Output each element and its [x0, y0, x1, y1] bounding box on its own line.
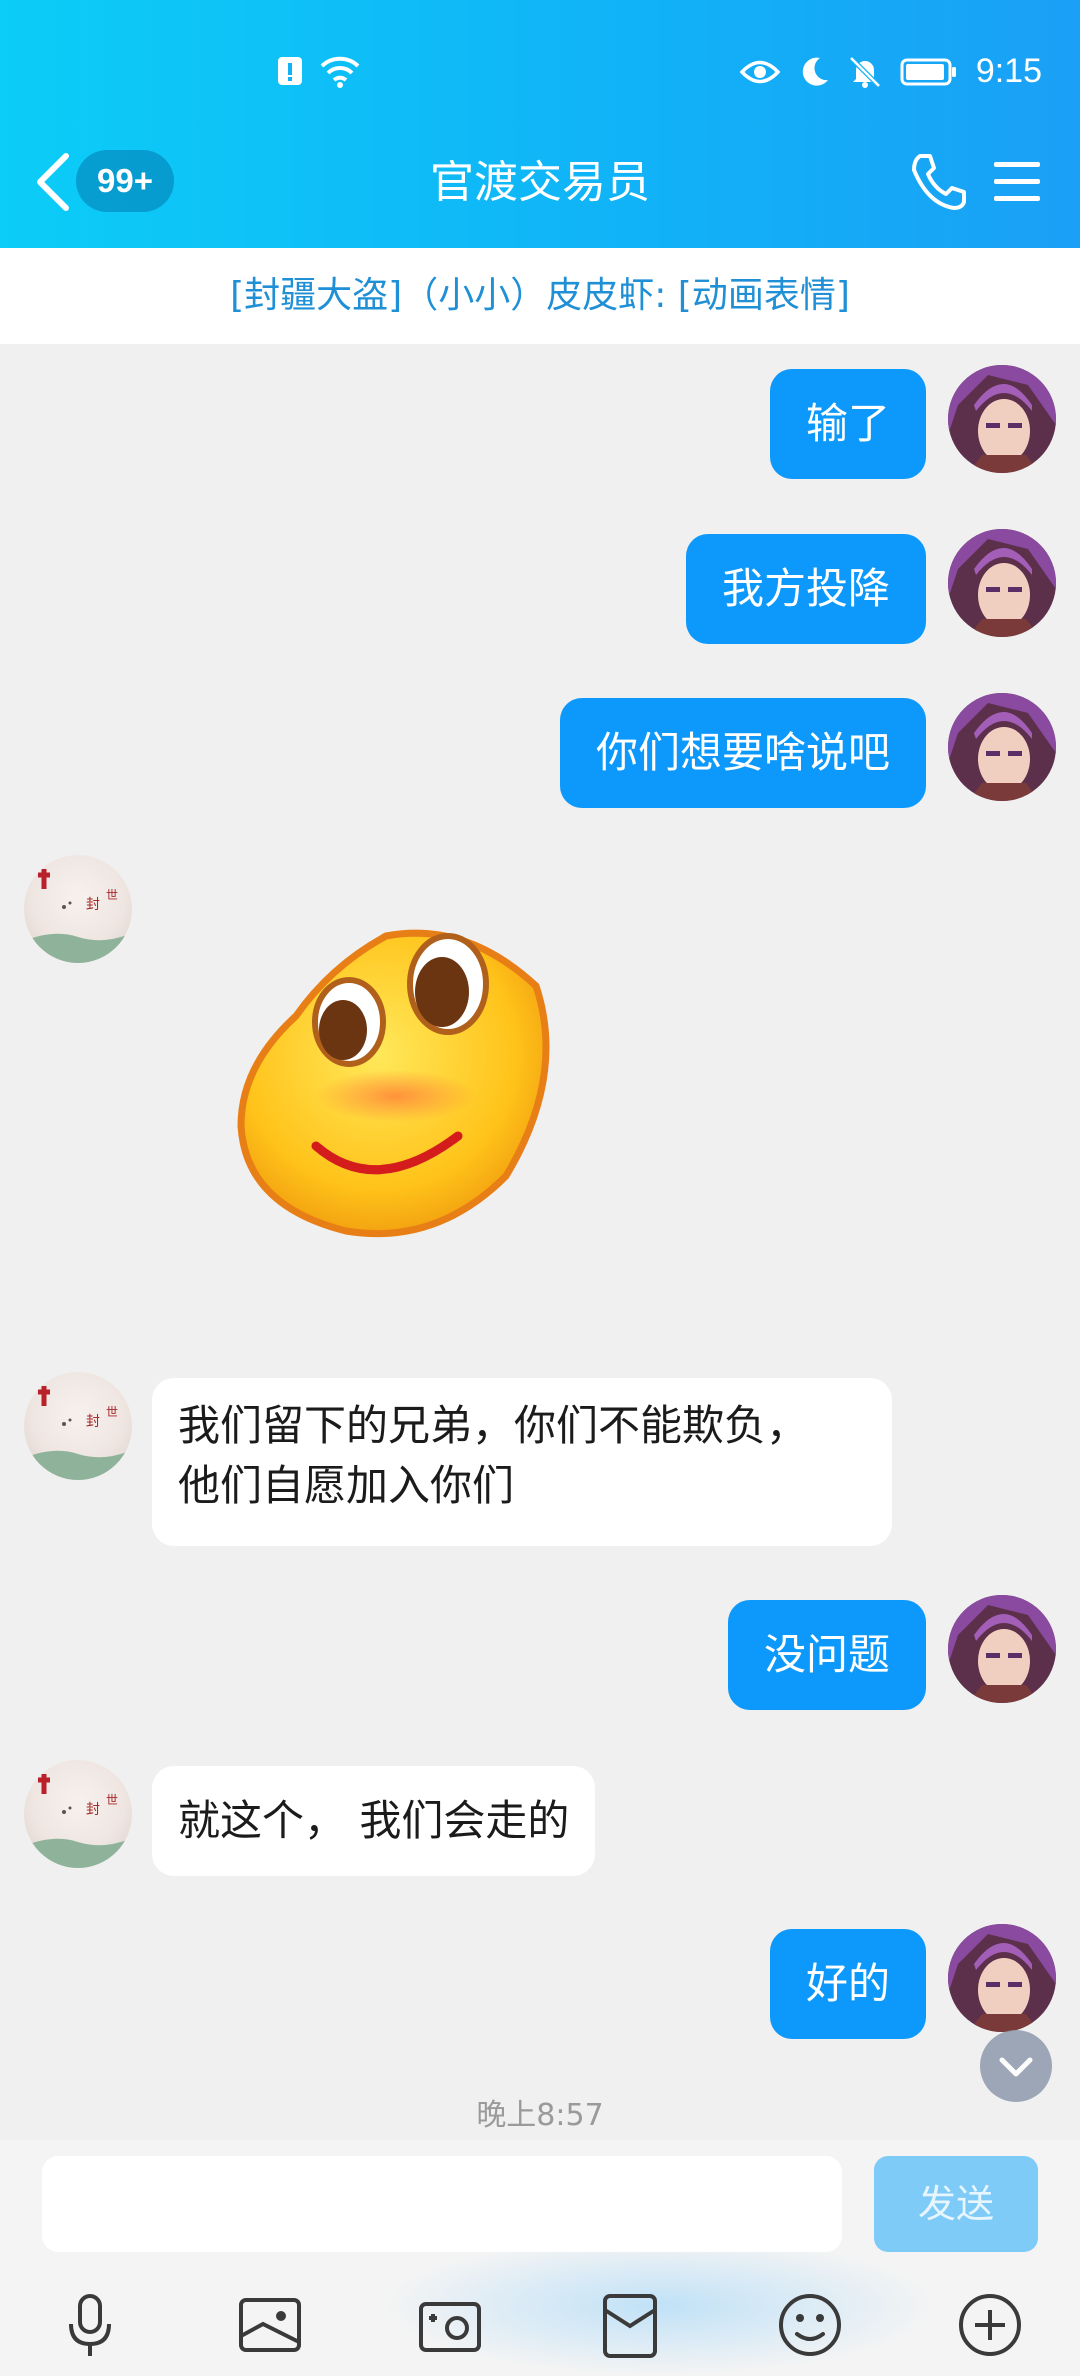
svg-text:世: 世	[106, 888, 118, 902]
my-avatar[interactable]	[948, 1595, 1056, 1703]
svg-text:封: 封	[86, 1802, 100, 1818]
red-packet-icon[interactable]	[595, 2290, 665, 2360]
microphone-icon[interactable]	[55, 2290, 125, 2360]
message-input[interactable]	[42, 2156, 842, 2252]
time-divider: 晚上8:57	[476, 2098, 604, 2133]
unread-count-badge[interactable]: 99+	[76, 150, 174, 212]
emoji-icon[interactable]	[775, 2290, 845, 2360]
contact-message-bubble[interactable]: 就这个， 我们会走的	[152, 1766, 596, 1876]
message-line: 他们自愿加入你们	[178, 1461, 515, 1510]
my-message-bubble[interactable]: 你们想要啥说吧	[559, 698, 926, 808]
my-message-bubble[interactable]: 输了	[769, 369, 926, 479]
svg-text:世: 世	[106, 1405, 118, 1419]
contact-avatar[interactable]: 封 世	[24, 1760, 132, 1868]
my-avatar[interactable]	[948, 693, 1056, 801]
svg-text:封: 封	[86, 897, 100, 913]
alert-icon	[278, 57, 302, 85]
my-avatar[interactable]	[948, 529, 1056, 637]
moon-icon	[802, 57, 828, 86]
image-icon[interactable]	[235, 2290, 305, 2360]
group-notice-banner[interactable]: [封疆大盗]（小小）皮皮虾: [动画表情]	[0, 248, 1080, 344]
my-message-bubble[interactable]: 我方投降	[685, 534, 926, 644]
my-avatar[interactable]	[948, 1924, 1056, 2032]
phone-icon[interactable]	[908, 150, 968, 214]
bell-muted-icon	[849, 55, 881, 88]
chat-header: 9:15 99+ 官渡交易员	[0, 0, 1080, 248]
svg-text:封: 封	[86, 1414, 100, 1430]
contact-avatar[interactable]: 封 世	[24, 855, 132, 963]
add-more-icon[interactable]	[955, 2290, 1025, 2360]
my-message-bubble[interactable]: 好的	[769, 1929, 926, 2039]
back-chevron-icon[interactable]	[30, 150, 76, 214]
contact-avatar[interactable]: 封 世	[24, 1372, 132, 1480]
message-line: 我们留下的兄弟，你们不能欺负，	[178, 1401, 809, 1450]
battery-icon	[900, 58, 956, 85]
eye-icon	[739, 60, 780, 83]
smiley-sticker-icon[interactable]	[236, 926, 556, 1246]
chat-title: 官渡交易员	[430, 157, 650, 208]
send-button[interactable]: 发送	[874, 2156, 1038, 2252]
camera-icon[interactable]	[415, 2290, 485, 2360]
my-avatar[interactable]	[948, 365, 1056, 473]
menu-icon[interactable]	[992, 158, 1042, 206]
status-left-icons	[276, 54, 362, 88]
status-right-icons: 9:15	[739, 52, 1042, 91]
contact-message-bubble[interactable]: 我们留下的兄弟，你们不能欺负， 他们自愿加入你们	[152, 1378, 892, 1546]
my-message-bubble[interactable]: 没问题	[727, 1600, 926, 1710]
status-time: 9:15	[975, 52, 1042, 90]
wifi-icon	[320, 56, 360, 88]
svg-text:世: 世	[106, 1793, 118, 1807]
